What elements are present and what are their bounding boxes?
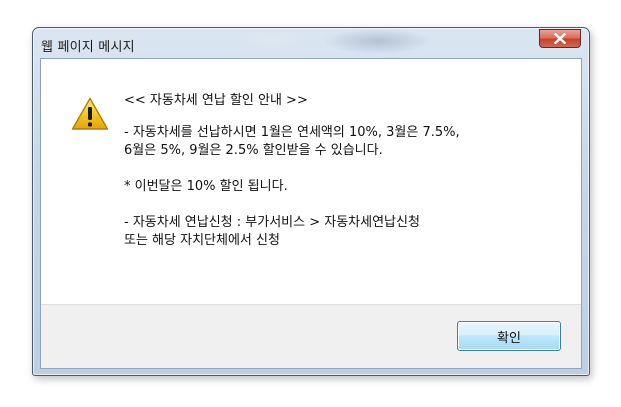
warning-icon bbox=[71, 97, 109, 130]
message-paragraph-discount-rates: - 자동차세를 선납하시면 1월은 연세액의 10%, 3월은 7.5%, 6월… bbox=[124, 125, 460, 158]
dialog-title: 웹 페이지 메시지 bbox=[41, 40, 135, 55]
ok-button[interactable]: 확인 bbox=[457, 321, 561, 351]
dialog-content: << 자동차세 연납 할인 안내 >> - 자동차세를 선납하시면 1월은 연세… bbox=[40, 58, 582, 369]
close-icon bbox=[554, 33, 566, 44]
title-bar-glass bbox=[243, 30, 303, 52]
message-paragraph-how-to-apply: - 자동차세 연납신청 : 부가서비스 > 자동차세연납신청 또는 해당 자치단… bbox=[124, 215, 420, 248]
title-bar-glass-shadow bbox=[323, 28, 433, 54]
dialog-window: 웹 페이지 메시지 << 자동차세 연납 할인 안내 >> - 자동차세를 선납… bbox=[32, 27, 590, 376]
message-text: << 자동차세 연납 할인 안내 >> - 자동차세를 선납하시면 1월은 연세… bbox=[124, 92, 564, 250]
message-paragraph-this-month: * 이번달은 10% 할인 됩니다. bbox=[124, 179, 288, 194]
close-button[interactable] bbox=[539, 29, 581, 48]
message-heading: << 자동차세 연납 할인 안내 >> bbox=[124, 93, 308, 108]
dialog-footer: 확인 bbox=[41, 304, 581, 368]
